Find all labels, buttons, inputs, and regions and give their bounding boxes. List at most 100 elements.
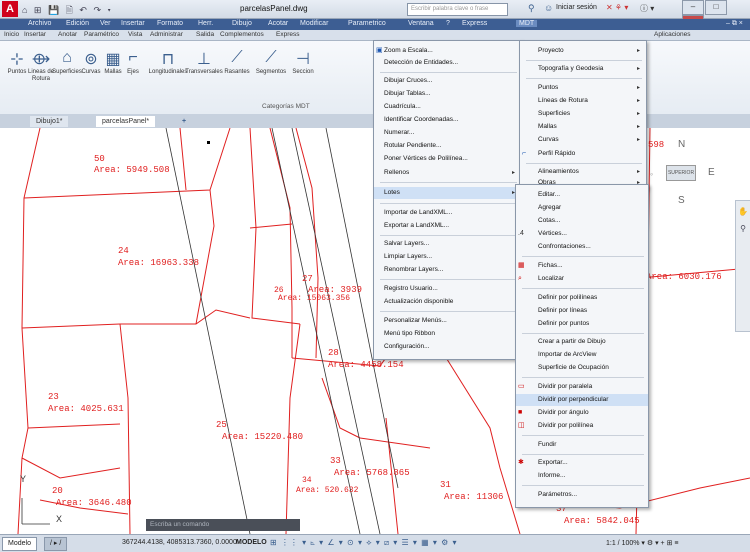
menu-express[interactable]: Express [462, 20, 487, 27]
menu-item-definir-lineas[interactable]: Definir por líneas [516, 305, 648, 317]
menu-item-identificar-coordenadas[interactable]: Identificar Coordenadas... [374, 114, 521, 126]
menu-item-agregar[interactable]: Agregar [516, 202, 648, 214]
menu-item-definir-puntos[interactable]: Definir por puntos [516, 318, 648, 330]
ribbon-button-segmentos[interactable]: ⟋ Segmentos [254, 49, 288, 76]
menu-item-fundir[interactable]: Fundir [516, 439, 648, 451]
menu-item-confrontaciones[interactable]: Confrontaciones... [516, 241, 648, 253]
menu-item-rotular-pendiente[interactable]: Rotular Pendiente... [374, 140, 521, 152]
grip-point[interactable] [207, 141, 210, 144]
menu-item-personalizar-menus[interactable]: Personalizar Menús... [374, 315, 521, 327]
layout-tab[interactable]: / ▸ / [44, 537, 68, 551]
menu-item-limpiar-layers[interactable]: Limpiar Layers... [374, 251, 521, 263]
menu-ventana[interactable]: Ventana [408, 20, 434, 27]
menu-item-dividir-paralela[interactable]: ▭ Dividir por paralela [516, 381, 648, 393]
viewcube-top-face[interactable]: SUPERIOR [666, 165, 696, 181]
menu-item-mallas[interactable]: Mallas ▸ [520, 121, 646, 133]
doc-tab-parcelas[interactable]: parcelasPanel* [96, 116, 156, 127]
zoom-icon[interactable]: ⚲ [736, 224, 750, 233]
menu-item-topografia[interactable]: Topografía y Geodesia ▸ [520, 63, 646, 75]
menu-item-exportar-landxml[interactable]: Exportar a LandXML... [374, 220, 521, 232]
menu-acotar[interactable]: Acotar [268, 20, 288, 27]
tab-administrar[interactable]: Administrar [150, 31, 183, 38]
menu-formato[interactable]: Formato [157, 20, 183, 27]
autocad-logo-icon[interactable]: A [2, 1, 18, 17]
menu-modificar[interactable]: Modificar [300, 20, 328, 27]
maximize-button[interactable]: □ [705, 0, 727, 15]
sign-in-button[interactable]: Iniciar sesión [556, 4, 597, 11]
ribbon-button-transversales[interactable]: ⊥ Transversales [184, 49, 224, 76]
tab-aplicaciones[interactable]: Aplicaciones [654, 31, 691, 38]
menu-item-curvas[interactable]: Curvas ▸ [520, 134, 646, 146]
menu-dibujo[interactable]: Dibujo [232, 20, 252, 27]
menu-item-renombrar-layers[interactable]: Renombrar Layers... [374, 264, 521, 276]
viewcube-south[interactable]: S [678, 195, 685, 206]
command-line[interactable]: Escriba un comando [146, 519, 300, 531]
tab-insertar[interactable]: Insertar [24, 31, 46, 38]
menu-item-parametros[interactable]: Parámetros... [516, 489, 648, 501]
menu-insertar[interactable]: Insertar [121, 20, 145, 27]
menu-item-deteccion[interactable]: Detección de Entidades... [374, 57, 521, 69]
menu-item-registro-usuario[interactable]: Registro Usuario... [374, 283, 521, 295]
menu-item-dibujar-cruces[interactable]: Dibujar Cruces... [374, 75, 521, 87]
model-tab[interactable]: Modelo [2, 537, 37, 551]
menu-item-informe[interactable]: Informe... [516, 470, 648, 482]
menu-item-zoom-escala[interactable]: ▣ Zoom a Escala... [374, 45, 521, 57]
menu-item-perfil-rapido[interactable]: ⌐ Perfil Rápido [520, 148, 646, 160]
menu-item-localizar[interactable]: ⌕ Localizar [516, 273, 648, 285]
menu-item-menu-ribbon[interactable]: Menú tipo Ribbon [374, 328, 521, 340]
menu-item-superficies[interactable]: Superficies ▸ [520, 108, 646, 120]
navigation-bar[interactable]: ✋ ⚲ [735, 200, 750, 332]
menu-item-dividir-angulo[interactable]: ■ Dividir por ángulo [516, 407, 648, 419]
model-space-button[interactable]: MODELO [236, 539, 267, 546]
doc-tab-dibujo1[interactable]: Dibujo1* [30, 116, 69, 127]
menu-item-importar-arcview[interactable]: Importar de ArcView [516, 349, 648, 361]
viewcube-north[interactable]: N [678, 139, 685, 150]
tab-complementos[interactable]: Complementos [220, 31, 264, 38]
menu-item-editar[interactable]: Editar... [516, 189, 648, 201]
menu-window-controls[interactable]: – ⧉ × [726, 20, 743, 28]
menu-item-rellenos[interactable]: Rellenos ▸ [374, 167, 521, 179]
ribbon-button-rasantes[interactable]: ⟋ Rasantes [222, 49, 252, 76]
menu-item-superficie-ocupacion[interactable]: Superficie de Ocupación [516, 362, 648, 374]
minimize-button[interactable]: – [682, 0, 704, 15]
menu-mdt[interactable]: MDT [516, 20, 538, 27]
tab-inicio[interactable]: Inicio [4, 31, 19, 38]
pan-icon[interactable]: ✋ [736, 207, 750, 216]
menu-item-fichas[interactable]: ▦ Fichas... [516, 260, 648, 272]
menu-edicion[interactable]: Edición [66, 20, 89, 27]
ribbon-button-seccion[interactable]: ⊣ Seccion [288, 49, 318, 76]
menu-parametrico[interactable]: Parametrico [348, 20, 386, 27]
menu-item-puntos[interactable]: Puntos ▸ [520, 82, 646, 94]
annotation-scale[interactable]: 1:1 / 100% ▾ ⚙ ▾ + ⊞ ≡ [606, 539, 678, 547]
menu-item-dibujar-tablas[interactable]: Dibujar Tablas... [374, 88, 521, 100]
user-icon[interactable]: ☺ [544, 3, 553, 13]
menu-item-dividir-polilinea[interactable]: ◫ Dividir por polilínea [516, 420, 648, 432]
tab-express[interactable]: Express [276, 31, 299, 38]
menu-item-cuadricula[interactable]: Cuadrícula... [374, 101, 521, 113]
tab-salida[interactable]: Salida [196, 31, 214, 38]
exchange-icon[interactable]: ✕ ⚘ ▾ [606, 3, 628, 12]
menu-item-importar-landxml[interactable]: Importar de LandXML... [374, 207, 521, 219]
menu-item-vertices[interactable]: .4 Vértices... [516, 228, 648, 240]
menu-archivo[interactable]: Archivo [28, 20, 51, 27]
menu-item-definir-polilineas[interactable]: Definir por polilíneas [516, 292, 648, 304]
menu-item-numerar[interactable]: Numerar... [374, 127, 521, 139]
menu-herramientas[interactable]: Herr. [198, 20, 213, 27]
binoculars-icon[interactable]: ⚲ [528, 3, 535, 14]
menu-item-proyecto[interactable]: Proyecto ▸ [520, 45, 646, 57]
new-tab-button[interactable]: + [176, 116, 192, 127]
quick-access-toolbar[interactable]: ⌂ ⊞ 💾 🗎 ↶ ↷ ▾ [22, 3, 113, 19]
menu-item-cotas[interactable]: Cotas... [516, 215, 648, 227]
tab-anotar[interactable]: Anotar [58, 31, 77, 38]
menu-item-crear-dibujo[interactable]: Crear a partir de Dibujo [516, 336, 648, 348]
menu-item-lotes[interactable]: Lotes ▸ [374, 187, 521, 199]
viewcube-east[interactable]: E [708, 167, 715, 178]
menu-item-poner-vertices[interactable]: Poner Vértices de Polilínea... [374, 153, 521, 165]
status-toolbar[interactable]: ⊞ ⋮⋮ ▾ ⦜ ▾ ∠ ▾ ⊙ ▾ ⟡ ▾ ⧄ ▾ ☰ ▾ ▦ ▾ ⚙ ▾ [270, 538, 458, 548]
ribbon-button-ejes[interactable]: ⌐ Ejes [118, 49, 148, 76]
menu-ver[interactable]: Ver [100, 20, 111, 27]
menu-ayuda[interactable]: ? [446, 20, 450, 27]
menu-item-dividir-perpendicular[interactable]: Dividir por perpendicular [516, 394, 648, 406]
menu-item-actualizacion[interactable]: Actualización disponible [374, 296, 521, 308]
menu-item-exportar[interactable]: ✱ Exportar... [516, 457, 648, 469]
